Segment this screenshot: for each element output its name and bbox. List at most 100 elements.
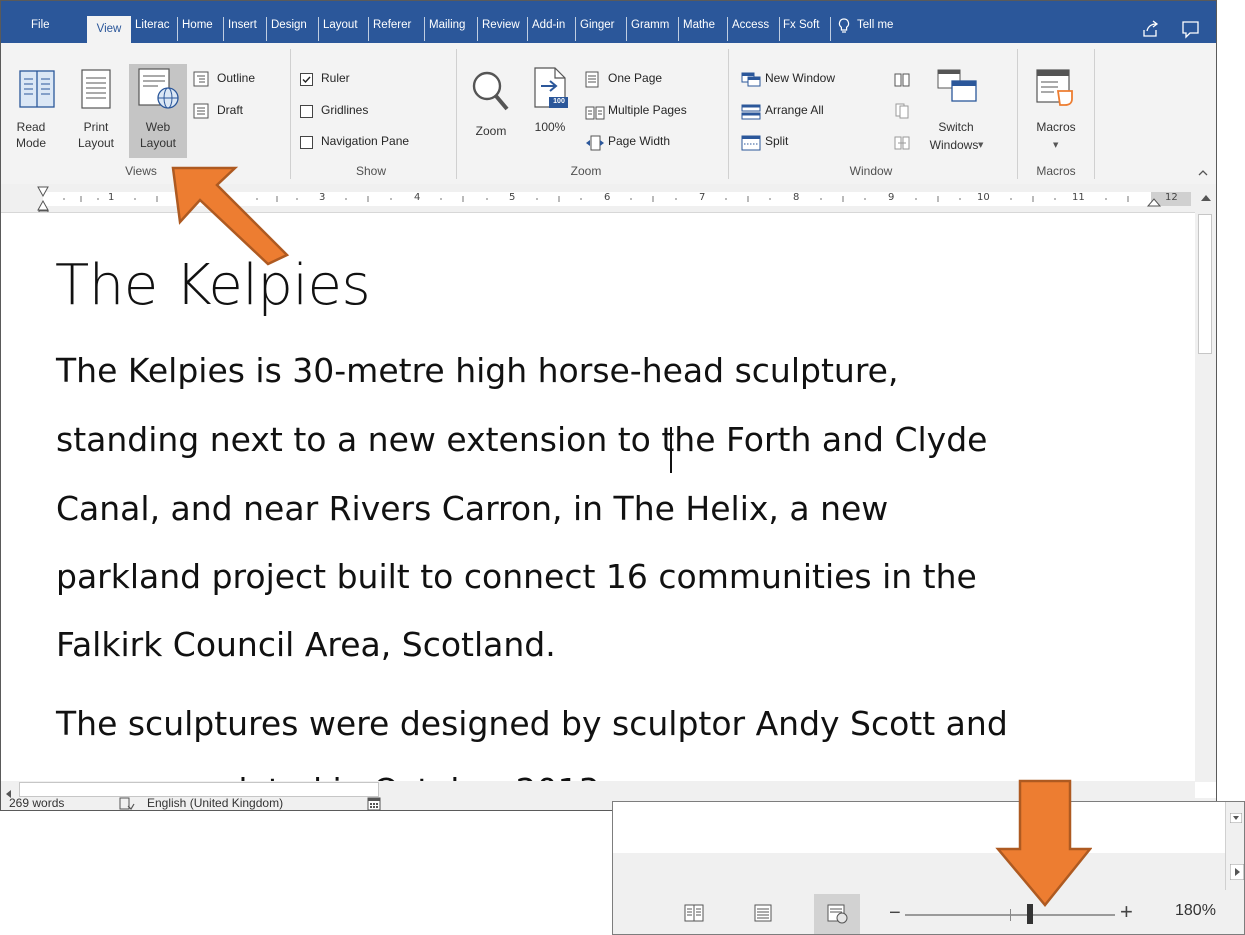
magnifier-icon	[471, 69, 511, 117]
page-width-label: Page Width	[608, 134, 671, 148]
ruler-number: 6	[604, 192, 611, 203]
zoom-callout: − + 180%	[612, 801, 1245, 935]
callout-status-strip	[613, 890, 1244, 934]
ruler-number: 9	[888, 192, 895, 203]
gridlines-check-box[interactable]	[300, 105, 313, 118]
draft-label: Draft	[217, 103, 244, 117]
vertical-scrollbar[interactable]	[1195, 184, 1216, 782]
web-layout-label-1: Web	[145, 120, 171, 134]
zoom-out-icon[interactable]: −	[889, 903, 901, 923]
tab-grammarly[interactable]: Gramm	[631, 15, 669, 43]
draft-icon	[193, 103, 209, 123]
tab-home[interactable]: Home	[182, 15, 213, 43]
tab-ginger[interactable]: Ginger	[580, 15, 615, 43]
language-status[interactable]: English (United Kingdom)	[147, 796, 283, 810]
tab-design[interactable]: Design	[271, 15, 307, 43]
horizontal-scrollbar-thumb[interactable]	[19, 782, 379, 797]
tab-layout[interactable]: Layout	[323, 15, 358, 43]
web-layout-label-2: Layout	[139, 136, 177, 150]
one-page-icon	[585, 71, 599, 92]
web-layout-icon	[138, 68, 180, 114]
print-layout-label-2: Layout	[77, 136, 115, 150]
view-side-by-side-icon[interactable]	[894, 72, 912, 88]
callout-vscroll[interactable]	[1225, 802, 1244, 890]
one-page-label: One Page	[608, 71, 663, 85]
switch-windows-button[interactable]: Switch Windows ▼	[926, 69, 988, 159]
tab-mathematics[interactable]: Mathe	[683, 15, 715, 43]
paragraph-line: Canal, and near Rivers Carron, in The He…	[56, 489, 889, 528]
share-icon[interactable]	[1138, 16, 1164, 42]
web-layout-button[interactable]: Web Layout	[129, 64, 187, 158]
arrange-all-label: Arrange All	[765, 103, 824, 117]
scroll-up-arrow-icon[interactable]	[1200, 188, 1212, 207]
callout-scroll-band	[613, 853, 1244, 890]
print-layout-button[interactable]: Print Layout	[73, 69, 123, 159]
switch-windows-dropdown-icon: ▼	[978, 141, 984, 149]
multiple-pages-button[interactable]: Multiple Pages	[585, 103, 725, 123]
collapse-ribbon-icon[interactable]	[1197, 163, 1211, 177]
web-layout-view-icon	[827, 904, 849, 928]
vertical-scrollbar-thumb[interactable]	[1198, 214, 1212, 354]
macros-button[interactable]: Macros ▼	[1025, 69, 1087, 159]
arrange-all-button[interactable]: Arrange All	[741, 103, 871, 123]
word-count[interactable]: 269 words	[9, 796, 64, 810]
zoom-100-badge: 100	[553, 98, 565, 105]
document-area[interactable]: The Kelpies The Kelpies is 30-metre high…	[1, 213, 1195, 810]
zoom-100-icon: 100	[533, 67, 569, 113]
read-mode-button[interactable]: Read Mode	[16, 69, 61, 159]
ruler-number: 11	[1072, 192, 1085, 203]
tab-references[interactable]: Referer	[373, 15, 411, 43]
zoom-in-icon[interactable]: +	[1120, 901, 1133, 923]
read-mode-icon	[19, 69, 55, 113]
scroll-right-arrow-icon[interactable]	[1229, 863, 1244, 884]
zoom-level[interactable]: 180%	[1175, 902, 1216, 920]
page-width-button[interactable]: Page Width	[585, 134, 705, 154]
new-window-label: New Window	[765, 71, 836, 85]
paragraph-line: parkland project built to connect 16 com…	[56, 557, 977, 596]
annotation-arrow-up	[171, 166, 290, 266]
print-layout-view-icon[interactable]	[754, 904, 772, 926]
macro-record-icon[interactable]	[367, 796, 381, 810]
reset-window-position-icon[interactable]	[894, 135, 912, 151]
zoom-group-label: Zoom	[570, 164, 602, 178]
proofing-icon[interactable]	[119, 796, 135, 810]
zoom-100-button[interactable]: 100 100%	[527, 67, 573, 159]
macros-icon	[1036, 69, 1076, 111]
navigation-pane-checkbox[interactable]: Navigation Pane	[300, 134, 450, 154]
gridlines-label: Gridlines	[321, 103, 369, 117]
tab-add-ins[interactable]: Add-in	[532, 15, 565, 43]
read-mode-view-icon[interactable]	[684, 904, 704, 926]
draft-button[interactable]: Draft	[193, 103, 283, 123]
zoom-button[interactable]: Zoom	[467, 69, 517, 159]
comment-icon[interactable]	[1177, 16, 1203, 42]
macros-dropdown-icon: ▼	[1053, 141, 1059, 149]
tab-literacy[interactable]: Literac	[135, 15, 170, 43]
gridlines-checkbox[interactable]: Gridlines	[300, 103, 420, 123]
tab-accessibility[interactable]: Access	[732, 15, 769, 43]
one-page-button[interactable]: One Page	[585, 71, 705, 91]
ruler-number: 1	[108, 192, 115, 203]
ruler-number: 4	[414, 192, 421, 203]
scroll-down-arrow-icon[interactable]	[1229, 808, 1243, 827]
read-mode-label-1: Read	[16, 120, 46, 134]
navigation-pane-check-box[interactable]	[300, 136, 313, 149]
zoom-label: Zoom	[475, 124, 507, 138]
synchronous-scrolling-icon[interactable]	[894, 103, 912, 119]
tab-insert[interactable]: Insert	[228, 15, 257, 43]
macros-group-label: Macros	[1036, 164, 1076, 178]
page-width-icon	[585, 135, 605, 155]
tab-mailings[interactable]: Mailing	[429, 15, 465, 43]
annotation-arrow-down	[995, 779, 1092, 907]
tab-view[interactable]: View	[87, 16, 131, 43]
web-layout-view-button[interactable]	[814, 894, 860, 934]
ruler-check-box[interactable]	[300, 73, 313, 86]
lightbulb-icon	[838, 18, 850, 41]
tab-file[interactable]: File	[31, 15, 50, 43]
split-icon	[741, 135, 761, 155]
ruler-checkbox[interactable]: Ruler	[300, 71, 420, 91]
new-window-button[interactable]: New Window	[741, 71, 871, 91]
tab-fx-software[interactable]: Fx Soft	[783, 15, 819, 43]
split-button[interactable]: Split	[741, 134, 871, 154]
tab-review[interactable]: Review	[482, 15, 520, 43]
outline-button[interactable]: Outline	[193, 71, 283, 91]
